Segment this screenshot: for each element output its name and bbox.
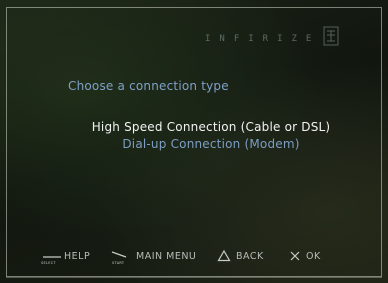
select-tag: SELECT: [41, 261, 56, 265]
prompt-heading: Choose a connection type: [68, 79, 229, 93]
select-button-icon: [43, 256, 61, 258]
option-dial-up[interactable]: Dial-up Connection (Modem): [17, 137, 388, 151]
triangle-icon: [217, 249, 231, 262]
frame-bottom-line: [6, 277, 382, 278]
cross-icon: [290, 251, 300, 261]
main-menu-control[interactable]: START MAIN MENU: [110, 248, 210, 266]
start-button-icon: [111, 251, 127, 258]
ok-control[interactable]: OK: [288, 248, 338, 266]
help-control[interactable]: SELECT HELP: [40, 248, 110, 266]
option-high-speed[interactable]: High Speed Connection (Cable or DSL): [17, 120, 388, 134]
help-label: HELP: [64, 251, 91, 262]
connection-type-screen: INFIRIZE Choose a connection type High S…: [0, 0, 388, 283]
back-label: BACK: [236, 251, 264, 262]
back-control[interactable]: BACK: [217, 248, 279, 266]
game-logo: INFIRIZE: [205, 34, 321, 44]
logo-emblem-icon: [323, 26, 339, 46]
ok-label: OK: [306, 251, 321, 262]
main-menu-label: MAIN MENU: [136, 251, 197, 262]
start-tag: START: [112, 261, 125, 265]
